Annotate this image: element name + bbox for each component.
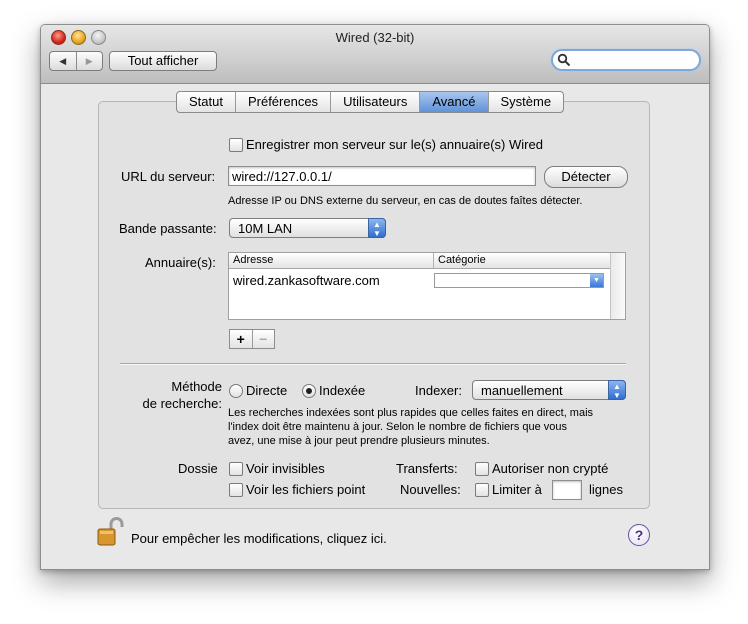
search-field[interactable] — [551, 49, 701, 71]
back-icon[interactable]: ◀ — [50, 52, 76, 70]
help-icon[interactable]: ? — [628, 524, 650, 546]
news-limit-input[interactable] — [552, 480, 582, 500]
trackers-label: Annuaire(s): — [145, 255, 216, 270]
bandwidth-select[interactable]: 10M LAN ▲ ▼ — [229, 218, 386, 238]
window-title: Wired (32-bit) — [335, 30, 415, 45]
limit-news-label: Limiter à — [492, 482, 542, 497]
section-divider — [120, 363, 626, 365]
chevron-up-down-icon: ▲ ▼ — [608, 380, 626, 400]
transfers-label: Transferts: — [396, 461, 458, 476]
register-label: Enregistrer mon serveur sur le(s) annuai… — [246, 137, 543, 152]
search-description-line2: l'index doit être maintenu à jour. Selon… — [228, 421, 568, 433]
news-limit-unit: lignes — [589, 482, 623, 497]
forward-icon[interactable]: ▶ — [75, 52, 103, 70]
tab-bar: Statut Préférences Utilisateurs Avancé S… — [176, 91, 565, 113]
table-scrollbar[interactable] — [610, 253, 625, 319]
add-tracker-button[interactable]: + — [230, 330, 252, 348]
search-description-line3: avez, une mise à jour peut prendre plusi… — [228, 435, 490, 447]
show-invisible-label: Voir invisibles — [246, 461, 325, 476]
search-description-line1: Les recherches indexées sont plus rapide… — [228, 407, 594, 419]
search-icon — [557, 53, 571, 67]
tab-avance[interactable]: Avancé — [419, 92, 488, 112]
bandwidth-label: Bande passante: — [119, 221, 217, 236]
table-header: Adresse Catégorie — [229, 253, 625, 269]
detect-button[interactable]: Détecter — [544, 166, 628, 188]
table-row-address[interactable]: wired.zankasoftware.com — [233, 273, 380, 288]
server-url-input[interactable]: wired://127.0.0.1/ — [228, 166, 536, 186]
radio-indexed[interactable] — [302, 384, 316, 398]
indexer-select[interactable]: manuellement ▲ ▼ — [472, 380, 626, 400]
lock-icon[interactable] — [96, 516, 126, 548]
column-header-address[interactable]: Adresse — [233, 253, 273, 268]
tab-preferences[interactable]: Préférences — [234, 92, 330, 112]
tab-systeme[interactable]: Système — [487, 92, 564, 112]
search-method-label-line1: Méthode — [171, 379, 222, 394]
chevron-up-down-icon: ▲ ▼ — [368, 218, 386, 238]
indexer-label: Indexer: — [415, 383, 462, 398]
chevron-down-icon: ▼ — [590, 274, 603, 287]
trackers-table: Adresse Catégorie wired.zankasoftware.co… — [228, 252, 626, 320]
category-select[interactable]: ▼ — [434, 273, 604, 288]
radio-direct-label: Directe — [246, 383, 288, 398]
show-dot-files-label: Voir les fichiers point — [246, 482, 366, 497]
remove-tracker-button[interactable]: − — [251, 330, 275, 348]
indexer-value: manuellement — [481, 383, 563, 398]
files-label: Dossie — [178, 461, 218, 476]
search-method-label-line2: de recherche: — [142, 396, 223, 411]
tab-utilisateurs[interactable]: Utilisateurs — [330, 92, 419, 112]
title-bar: Wired (32-bit) ◀ ▶ Tout afficher — [41, 25, 709, 84]
lock-text[interactable]: Pour empêcher les modifications, cliquez… — [131, 531, 387, 546]
server-url-hint: Adresse IP ou DNS externe du serveur, en… — [228, 195, 583, 207]
show-dot-files-checkbox[interactable] — [229, 483, 243, 497]
show-all-button[interactable]: Tout afficher — [109, 51, 217, 71]
radio-direct[interactable] — [229, 384, 243, 398]
news-label: Nouvelles: — [400, 482, 461, 497]
allow-unencrypted-label: Autoriser non crypté — [492, 461, 609, 476]
show-invisible-checkbox[interactable] — [229, 462, 243, 476]
radio-indexed-label: Indexée — [319, 383, 366, 398]
bandwidth-value: 10M LAN — [238, 221, 293, 236]
limit-news-checkbox[interactable] — [475, 483, 489, 497]
column-header-category[interactable]: Catégorie — [433, 253, 486, 268]
allow-unencrypted-checkbox[interactable] — [475, 462, 489, 476]
add-remove-control: + − — [229, 329, 275, 349]
back-forward-control: ◀ ▶ — [49, 51, 103, 71]
tab-statut[interactable]: Statut — [177, 92, 235, 112]
register-checkbox[interactable] — [229, 138, 243, 152]
server-url-label: URL du serveur: — [121, 169, 216, 184]
